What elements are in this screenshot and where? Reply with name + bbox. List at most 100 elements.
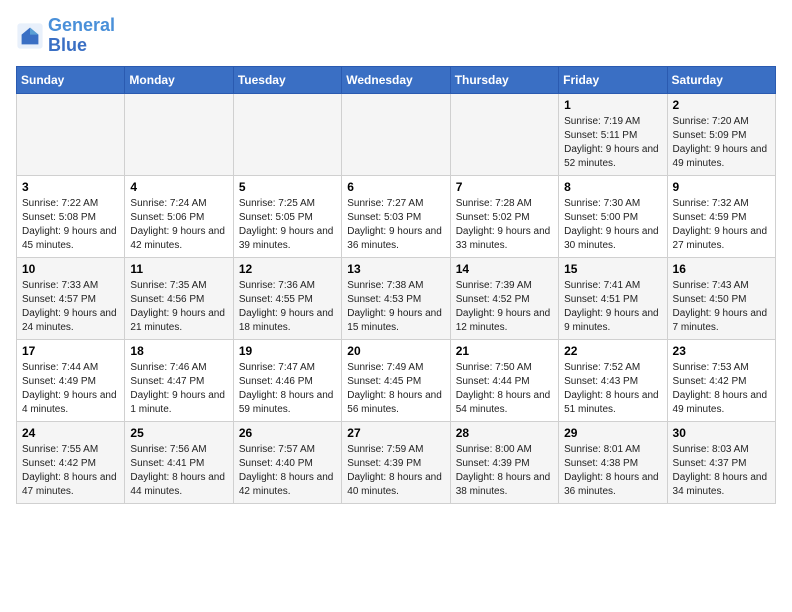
day-number: 1 (564, 98, 661, 112)
calendar-week-1: 1 Sunrise: 7:19 AM Sunset: 5:11 PM Daylig… (17, 93, 776, 175)
calendar-cell: 20 Sunrise: 7:49 AM Sunset: 4:45 PM Dayli… (342, 339, 450, 421)
day-number: 9 (673, 180, 770, 194)
day-info: Sunrise: 7:30 AM Sunset: 5:00 PM Dayligh… (564, 197, 661, 253)
day-info: Sunrise: 7:57 AM Sunset: 4:40 PM Dayligh… (239, 443, 336, 499)
header-sunday: Sunday (17, 66, 125, 93)
page-header: General Blue (16, 16, 776, 56)
day-number: 27 (347, 426, 444, 440)
day-number: 30 (673, 426, 770, 440)
day-info: Sunrise: 7:24 AM Sunset: 5:06 PM Dayligh… (130, 197, 227, 253)
calendar-table: SundayMondayTuesdayWednesdayThursdayFrid… (16, 66, 776, 504)
day-number: 12 (239, 262, 336, 276)
day-number: 10 (22, 262, 119, 276)
calendar-cell: 24 Sunrise: 7:55 AM Sunset: 4:42 PM Dayli… (17, 421, 125, 503)
day-info: Sunrise: 7:22 AM Sunset: 5:08 PM Dayligh… (22, 197, 119, 253)
day-number: 2 (673, 98, 770, 112)
day-number: 26 (239, 426, 336, 440)
calendar-cell: 14 Sunrise: 7:39 AM Sunset: 4:52 PM Dayli… (450, 257, 558, 339)
day-info: Sunrise: 7:49 AM Sunset: 4:45 PM Dayligh… (347, 361, 444, 417)
day-info: Sunrise: 7:38 AM Sunset: 4:53 PM Dayligh… (347, 279, 444, 335)
day-info: Sunrise: 7:47 AM Sunset: 4:46 PM Dayligh… (239, 361, 336, 417)
calendar-cell: 11 Sunrise: 7:35 AM Sunset: 4:56 PM Dayli… (125, 257, 233, 339)
day-info: Sunrise: 7:41 AM Sunset: 4:51 PM Dayligh… (564, 279, 661, 335)
calendar-cell: 21Sunrise: 7:50 AM Sunset: 4:44 PM Dayli… (450, 339, 558, 421)
day-info: Sunrise: 7:56 AM Sunset: 4:41 PM Dayligh… (130, 443, 227, 499)
calendar-cell: 13 Sunrise: 7:38 AM Sunset: 4:53 PM Dayli… (342, 257, 450, 339)
day-info: Sunrise: 7:36 AM Sunset: 4:55 PM Dayligh… (239, 279, 336, 335)
calendar-cell (17, 93, 125, 175)
calendar-cell (125, 93, 233, 175)
calendar-week-5: 24 Sunrise: 7:55 AM Sunset: 4:42 PM Dayli… (17, 421, 776, 503)
day-info: Sunrise: 7:19 AM Sunset: 5:11 PM Dayligh… (564, 115, 661, 171)
header-friday: Friday (559, 66, 667, 93)
day-number: 20 (347, 344, 444, 358)
calendar-cell: 29 Sunrise: 8:01 AM Sunset: 4:38 PM Dayli… (559, 421, 667, 503)
calendar-cell: 25Sunrise: 7:56 AM Sunset: 4:41 PM Dayli… (125, 421, 233, 503)
calendar-cell: 12 Sunrise: 7:36 AM Sunset: 4:55 PM Dayli… (233, 257, 341, 339)
day-number: 6 (347, 180, 444, 194)
header-saturday: Saturday (667, 66, 775, 93)
day-info: Sunrise: 8:01 AM Sunset: 4:38 PM Dayligh… (564, 443, 661, 499)
day-number: 17 (22, 344, 119, 358)
day-number: 15 (564, 262, 661, 276)
day-number: 3 (22, 180, 119, 194)
day-info: Sunrise: 7:28 AM Sunset: 5:02 PM Dayligh… (456, 197, 553, 253)
calendar-cell: 18Sunrise: 7:46 AM Sunset: 4:47 PM Dayli… (125, 339, 233, 421)
calendar-cell: 1 Sunrise: 7:19 AM Sunset: 5:11 PM Daylig… (559, 93, 667, 175)
day-info: Sunrise: 7:43 AM Sunset: 4:50 PM Dayligh… (673, 279, 770, 335)
calendar-cell: 26 Sunrise: 7:57 AM Sunset: 4:40 PM Dayli… (233, 421, 341, 503)
calendar-cell (450, 93, 558, 175)
day-number: 28 (456, 426, 553, 440)
calendar-cell: 2 Sunrise: 7:20 AM Sunset: 5:09 PM Daylig… (667, 93, 775, 175)
day-info: Sunrise: 7:32 AM Sunset: 4:59 PM Dayligh… (673, 197, 770, 253)
day-info: Sunrise: 7:27 AM Sunset: 5:03 PM Dayligh… (347, 197, 444, 253)
day-number: 13 (347, 262, 444, 276)
day-info: Sunrise: 8:00 AM Sunset: 4:39 PM Dayligh… (456, 443, 553, 499)
day-number: 19 (239, 344, 336, 358)
calendar-cell (233, 93, 341, 175)
day-info: Sunrise: 7:46 AM Sunset: 4:47 PM Dayligh… (130, 361, 227, 417)
day-info: Sunrise: 7:44 AM Sunset: 4:49 PM Dayligh… (22, 361, 119, 417)
calendar-cell: 7Sunrise: 7:28 AM Sunset: 5:02 PM Daylig… (450, 175, 558, 257)
calendar-cell: 3 Sunrise: 7:22 AM Sunset: 5:08 PM Daylig… (17, 175, 125, 257)
calendar-week-3: 10 Sunrise: 7:33 AM Sunset: 4:57 PM Dayli… (17, 257, 776, 339)
day-info: Sunrise: 7:25 AM Sunset: 5:05 PM Dayligh… (239, 197, 336, 253)
calendar-cell: 30 Sunrise: 8:03 AM Sunset: 4:37 PM Dayli… (667, 421, 775, 503)
calendar-cell: 15 Sunrise: 7:41 AM Sunset: 4:51 PM Dayli… (559, 257, 667, 339)
calendar-week-4: 17 Sunrise: 7:44 AM Sunset: 4:49 PM Dayli… (17, 339, 776, 421)
day-info: Sunrise: 7:35 AM Sunset: 4:56 PM Dayligh… (130, 279, 227, 335)
header-monday: Monday (125, 66, 233, 93)
calendar-week-2: 3 Sunrise: 7:22 AM Sunset: 5:08 PM Daylig… (17, 175, 776, 257)
calendar-header-row: SundayMondayTuesdayWednesdayThursdayFrid… (17, 66, 776, 93)
day-number: 14 (456, 262, 553, 276)
calendar-cell: 4 Sunrise: 7:24 AM Sunset: 5:06 PM Daylig… (125, 175, 233, 257)
calendar-cell: 27 Sunrise: 7:59 AM Sunset: 4:39 PM Dayli… (342, 421, 450, 503)
day-info: Sunrise: 7:52 AM Sunset: 4:43 PM Dayligh… (564, 361, 661, 417)
day-info: Sunrise: 7:53 AM Sunset: 4:42 PM Dayligh… (673, 361, 770, 417)
logo-icon (16, 22, 44, 50)
day-info: Sunrise: 7:59 AM Sunset: 4:39 PM Dayligh… (347, 443, 444, 499)
calendar-cell: 5 Sunrise: 7:25 AM Sunset: 5:05 PM Daylig… (233, 175, 341, 257)
day-info: Sunrise: 7:39 AM Sunset: 4:52 PM Dayligh… (456, 279, 553, 335)
calendar-cell: 23 Sunrise: 7:53 AM Sunset: 4:42 PM Dayli… (667, 339, 775, 421)
calendar-cell: 19 Sunrise: 7:47 AM Sunset: 4:46 PM Dayli… (233, 339, 341, 421)
day-info: Sunrise: 7:20 AM Sunset: 5:09 PM Dayligh… (673, 115, 770, 171)
day-number: 23 (673, 344, 770, 358)
header-thursday: Thursday (450, 66, 558, 93)
day-number: 5 (239, 180, 336, 194)
day-info: Sunrise: 7:33 AM Sunset: 4:57 PM Dayligh… (22, 279, 119, 335)
day-number: 22 (564, 344, 661, 358)
day-number: 21 (456, 344, 553, 358)
logo: General Blue (16, 16, 115, 56)
calendar-cell: 17 Sunrise: 7:44 AM Sunset: 4:49 PM Dayli… (17, 339, 125, 421)
day-number: 4 (130, 180, 227, 194)
day-info: Sunrise: 7:55 AM Sunset: 4:42 PM Dayligh… (22, 443, 119, 499)
day-number: 29 (564, 426, 661, 440)
calendar-cell: 16 Sunrise: 7:43 AM Sunset: 4:50 PM Dayli… (667, 257, 775, 339)
day-number: 11 (130, 262, 227, 276)
calendar-cell: 28 Sunrise: 8:00 AM Sunset: 4:39 PM Dayli… (450, 421, 558, 503)
header-wednesday: Wednesday (342, 66, 450, 93)
day-number: 16 (673, 262, 770, 276)
day-number: 24 (22, 426, 119, 440)
day-info: Sunrise: 8:03 AM Sunset: 4:37 PM Dayligh… (673, 443, 770, 499)
